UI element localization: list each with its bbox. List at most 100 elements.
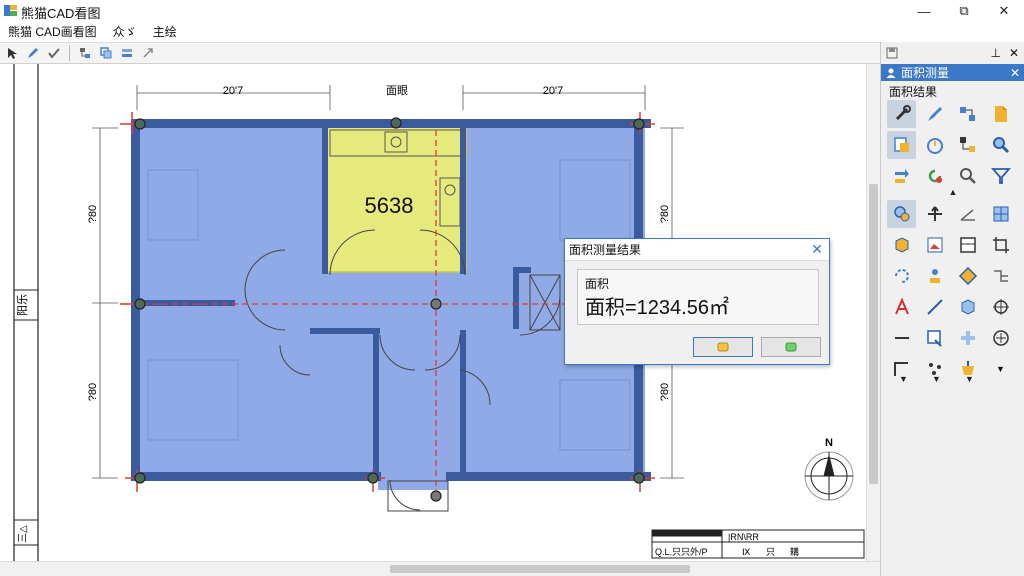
anchor-tool[interactable] <box>920 200 949 228</box>
flow-tool-button[interactable] <box>76 44 94 62</box>
rotate-tool[interactable] <box>887 262 916 290</box>
menu-file[interactable]: 熊猫 CAD画看图 <box>0 22 105 42</box>
frame-tool[interactable] <box>920 324 949 352</box>
horizontal-scrollbar[interactable] <box>0 561 880 576</box>
ok-button[interactable] <box>693 337 753 357</box>
line-icon <box>926 299 943 315</box>
side-label-lower: 三△ <box>18 525 29 543</box>
crop-icon <box>992 237 1009 253</box>
tool-grid-top <box>887 100 1019 193</box>
gears-tool[interactable] <box>887 200 916 228</box>
zoom-tool[interactable] <box>986 131 1015 159</box>
cancel-button[interactable] <box>761 337 821 357</box>
main-toolbar <box>0 42 880 64</box>
circle-plus-icon <box>992 330 1009 346</box>
close-button[interactable]: ✕ <box>984 0 1024 22</box>
target-icon <box>992 299 1009 315</box>
grid-icon <box>993 206 1008 222</box>
timer-tool[interactable] <box>920 131 949 159</box>
branch-tool[interactable] <box>953 131 982 159</box>
grid-tool[interactable] <box>986 200 1015 228</box>
dim-right-lower: ?80 <box>659 383 671 401</box>
expand-col-2[interactable]: ▼ <box>920 374 953 386</box>
dialog-title: 面积测量结果 <box>569 243 642 257</box>
cancel-icon <box>785 342 797 352</box>
dialog-close-icon[interactable]: ✕ <box>805 241 829 258</box>
circle-plus-tool[interactable] <box>986 324 1015 352</box>
dialog-title-bar: 面积测量结果 ✕ <box>565 239 829 261</box>
check-tool-button[interactable] <box>45 44 63 62</box>
result-value: 面积=1234.56㎡ <box>585 297 729 319</box>
maximize-button[interactable]: ⧉ <box>944 0 984 22</box>
split-tool[interactable] <box>986 262 1015 290</box>
move-tool-button[interactable] <box>139 44 157 62</box>
box-tool[interactable] <box>953 293 982 321</box>
cad-viewer-window: 熊猫CAD看图 — ⧉ ✕ 熊猫 CAD画看图 众ゞ 主绘 阳乐 三△ 20'7… <box>0 0 1024 576</box>
side-label-upper: 阳乐 <box>16 294 29 316</box>
more-arrow-icon: ▼ <box>996 364 1005 374</box>
document-tool[interactable] <box>986 100 1015 128</box>
layers-tool-button[interactable] <box>118 44 136 62</box>
gears-icon <box>893 206 909 222</box>
dash-tool[interactable] <box>887 324 916 352</box>
expand-col-1[interactable]: ▼ <box>887 374 920 386</box>
expand-col-3[interactable]: ▼ <box>953 374 986 386</box>
vertical-scrollbar[interactable] <box>866 64 880 561</box>
panel-close-top-icon[interactable]: ✕ <box>1009 46 1019 60</box>
tool-panel: ⊥ ✕ 面积测量 ✕ 面积结果 ▲ ▼ ▼ ▼ ▼ <box>880 42 1024 576</box>
minimize-icon: — <box>917 3 931 19</box>
plus-tool[interactable] <box>953 324 982 352</box>
page-tool[interactable] <box>887 131 916 159</box>
result-label: 面积 <box>585 277 610 291</box>
title-block-row-4: 耩 <box>790 546 799 557</box>
horizontal-scroll-thumb[interactable] <box>390 565 690 573</box>
panel-top-bar: ⊥ ✕ <box>881 42 1024 64</box>
search-tool[interactable] <box>953 162 982 190</box>
refresh-tool[interactable] <box>920 162 949 190</box>
menu-draw[interactable]: 主绘 <box>145 22 185 42</box>
pencil-icon <box>927 107 942 121</box>
text-tool[interactable] <box>887 293 916 321</box>
pin-icon[interactable]: ⊥ <box>990 46 1000 60</box>
search-icon <box>959 168 976 184</box>
minimize-button[interactable]: — <box>904 0 944 22</box>
link-tool[interactable] <box>887 100 916 128</box>
ok-icon <box>717 342 729 352</box>
target-tool[interactable] <box>986 293 1015 321</box>
angle-tool[interactable] <box>953 200 982 228</box>
title-block-row-3: 只 <box>766 547 775 557</box>
menu-bar: 熊猫 CAD画看图 众ゞ 主绘 <box>0 22 1024 42</box>
filter-tool[interactable] <box>986 162 1015 190</box>
diamond-tool[interactable] <box>953 262 982 290</box>
frame-icon <box>926 330 942 347</box>
cube-tool[interactable] <box>887 231 916 259</box>
close-icon: ✕ <box>998 3 1010 18</box>
copy-tool-button[interactable] <box>97 44 115 62</box>
image-tool[interactable] <box>920 231 949 259</box>
collapse-toggle[interactable]: ▲ <box>887 187 1019 199</box>
tool-grid-bottom: ▼ <box>887 200 1019 386</box>
transfer-tool[interactable] <box>887 162 916 190</box>
dash-icon <box>894 337 909 339</box>
nodes-tool[interactable] <box>953 100 982 128</box>
window-tool[interactable] <box>953 231 982 259</box>
crop-tool[interactable] <box>986 231 1015 259</box>
page-icon <box>893 137 909 152</box>
checkmark-icon <box>48 48 60 59</box>
plus-icon <box>960 331 975 345</box>
window-icon <box>959 237 976 253</box>
image-icon <box>927 237 942 253</box>
vertical-scroll-thumb[interactable] <box>869 184 878 484</box>
panel-save-icon[interactable] <box>886 47 898 59</box>
nodes-icon <box>959 107 975 121</box>
select-tool-button[interactable] <box>3 44 21 62</box>
panel-close-icon[interactable]: ✕ <box>1010 66 1020 80</box>
menu-view[interactable]: 众ゞ <box>105 22 145 42</box>
person-tool[interactable] <box>920 262 949 290</box>
dim-left-upper: ?80 <box>87 205 99 223</box>
timer-icon <box>926 138 943 154</box>
pen-tool-button[interactable] <box>24 44 42 62</box>
line-tool[interactable] <box>920 293 949 321</box>
pencil-tool[interactable] <box>920 100 949 128</box>
dim-top-left: 20'7 <box>223 85 243 97</box>
